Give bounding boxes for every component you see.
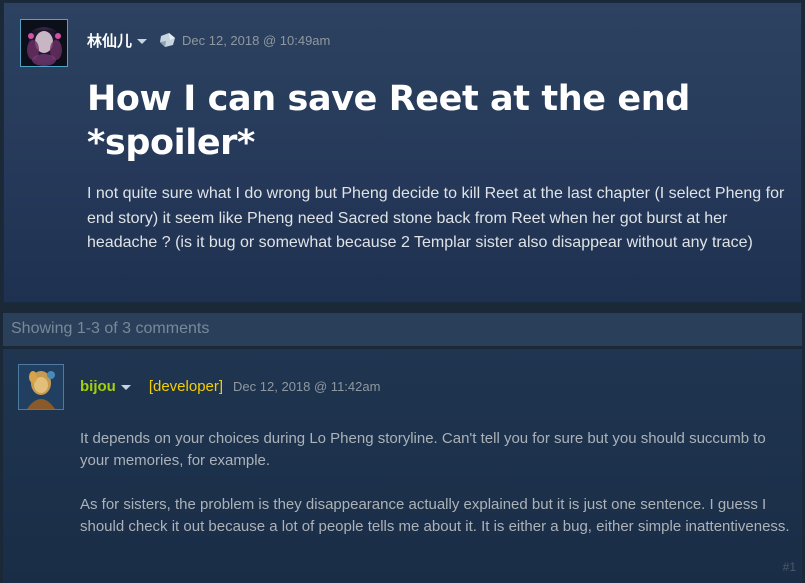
post-meta: 林仙儿 Dec 12, 2018 @ 10:49am bbox=[87, 30, 330, 50]
stone-icon bbox=[159, 32, 177, 48]
comment-author[interactable]: bijou bbox=[80, 378, 116, 395]
comment-timestamp: Dec 12, 2018 @ 11:42am bbox=[233, 378, 381, 394]
commenter-avatar-image bbox=[19, 365, 63, 409]
comment-paragraph: As for sisters, the problem is they disa… bbox=[80, 496, 790, 535]
comment-index[interactable]: #1 bbox=[783, 560, 796, 574]
comments-header: Showing 1-3 of 3 comments bbox=[3, 313, 802, 346]
comment-meta: bijou [developer] Dec 12, 2018 @ 11:42am bbox=[80, 376, 380, 396]
author-avatar[interactable] bbox=[20, 19, 68, 67]
author-name[interactable]: 林仙儿 bbox=[87, 30, 132, 51]
author-avatar-image bbox=[21, 20, 67, 66]
developer-badge: [developer] bbox=[148, 377, 224, 395]
comments-count: Showing 1-3 of 3 comments bbox=[11, 320, 210, 337]
post-title: How I can save Reet at the end *spoiler* bbox=[87, 79, 690, 163]
chevron-down-icon[interactable] bbox=[120, 384, 131, 390]
chevron-down-icon[interactable] bbox=[137, 38, 148, 44]
topic-post: 林仙儿 Dec 12, 2018 @ 10:49am How I can sav… bbox=[3, 2, 802, 303]
post-timestamp: Dec 12, 2018 @ 10:49am bbox=[182, 32, 331, 48]
comment-body: It depends on your choices during Lo Phe… bbox=[80, 428, 792, 560]
comment-paragraph: It depends on your choices during Lo Phe… bbox=[80, 430, 766, 469]
commenter-avatar[interactable] bbox=[18, 364, 64, 410]
post-body: I not quite sure what I do wrong but Phe… bbox=[87, 185, 785, 251]
comment: bijou [developer] Dec 12, 2018 @ 11:42am… bbox=[3, 349, 802, 583]
